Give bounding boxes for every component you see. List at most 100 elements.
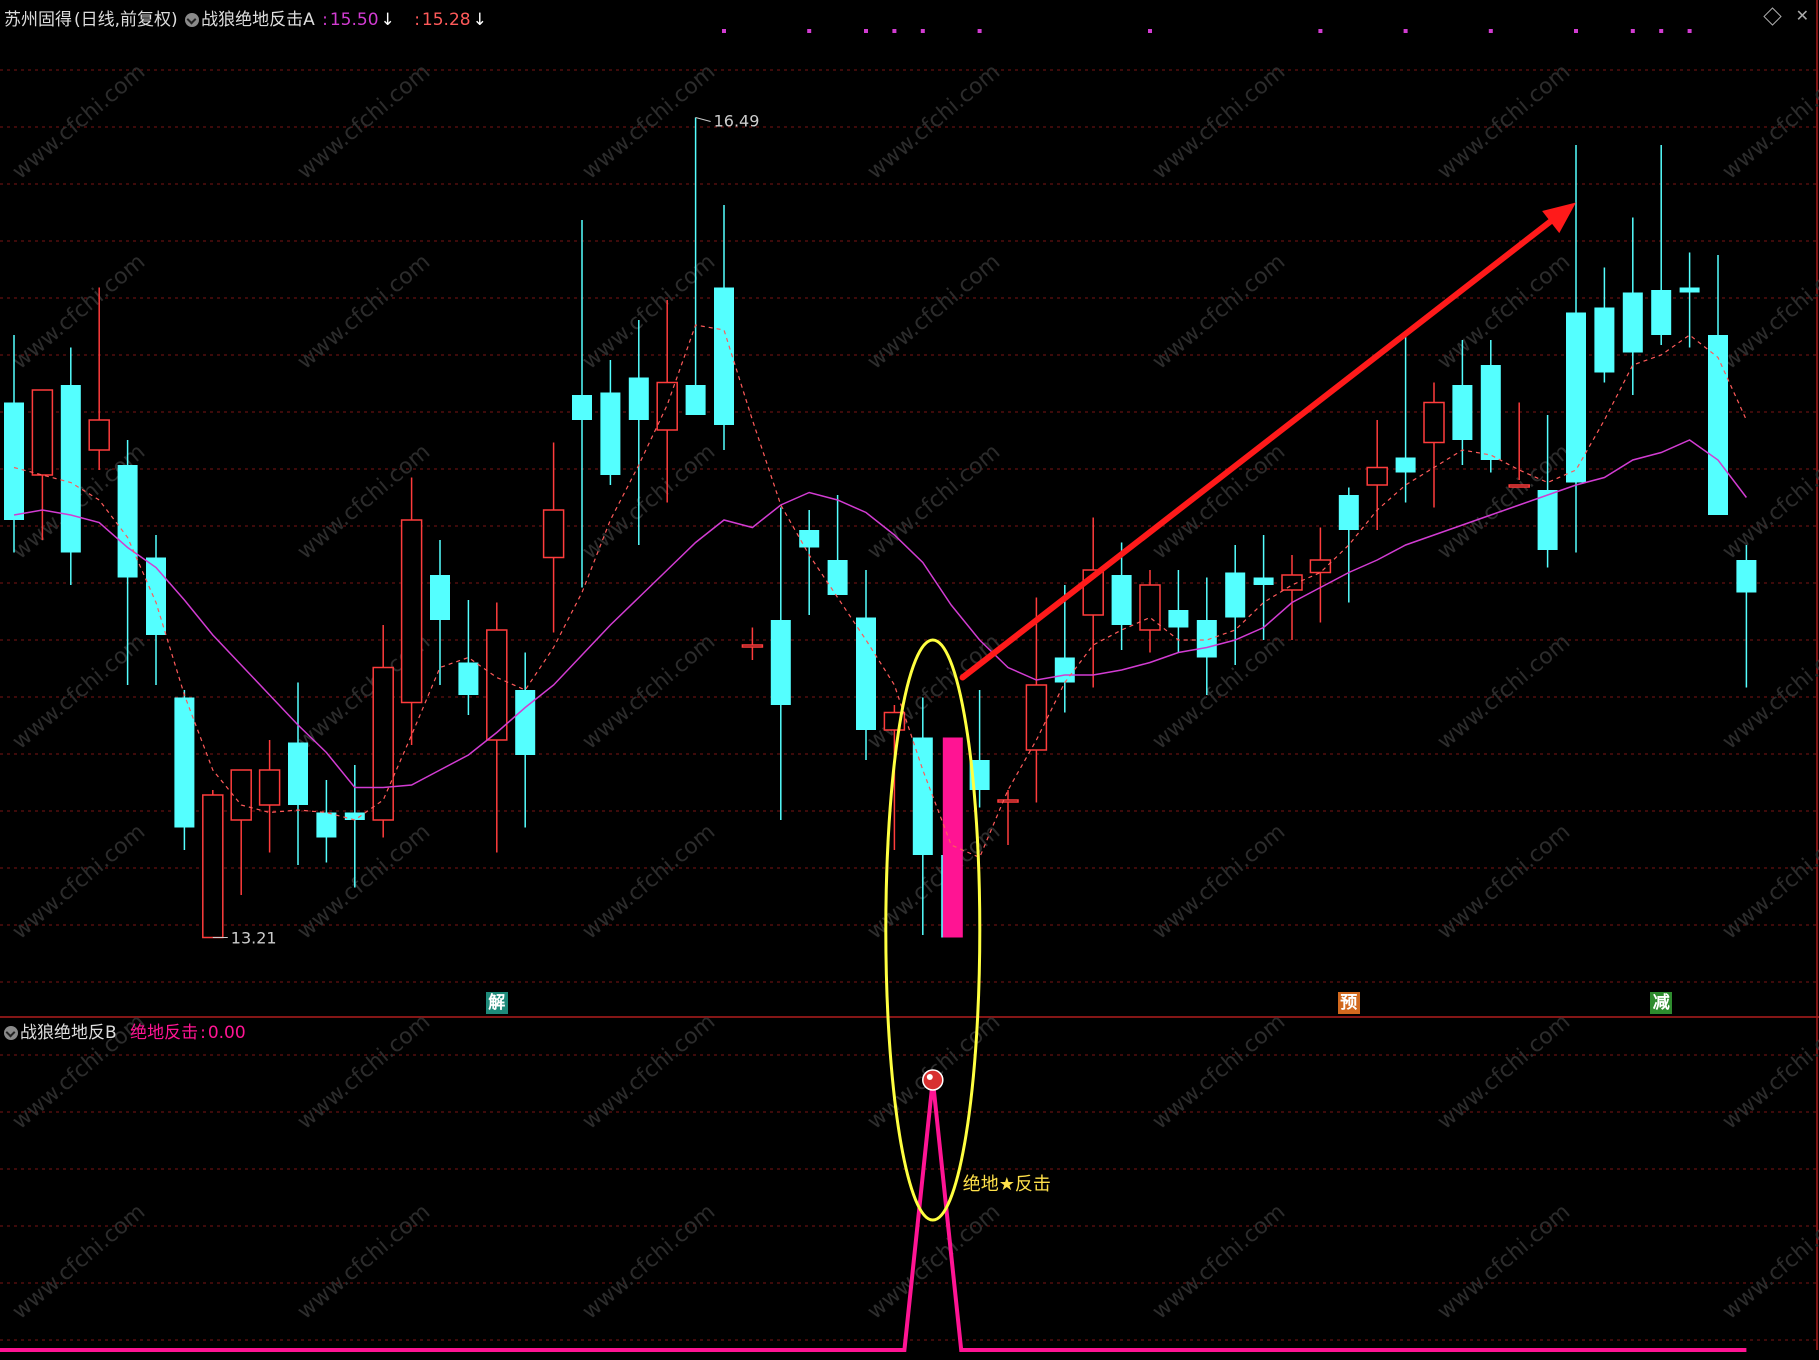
watermark-text: www.cfchi.com — [1148, 249, 1290, 374]
watermark-text: www.cfchi.com — [1148, 1009, 1290, 1134]
candle-down — [1452, 385, 1473, 440]
top-marker — [977, 29, 982, 33]
candle-down — [827, 560, 848, 595]
candle-up — [88, 419, 110, 451]
candle-up — [202, 794, 224, 939]
candle-down — [1196, 620, 1217, 658]
indicator-b-settings-icon[interactable] — [4, 1026, 18, 1040]
candle-up — [656, 381, 678, 431]
watermark-text: www.cfchi.com — [1148, 59, 1290, 184]
high-price-label: 16.49 — [714, 112, 760, 131]
watermark-text: www.cfchi.com — [863, 249, 1005, 374]
sep: : — [414, 10, 420, 30]
watermark-text: www.cfchi.com — [1718, 249, 1819, 374]
watermark-text: www.cfchi.com — [1433, 629, 1575, 754]
watermark-text: www.cfchi.com — [293, 1199, 435, 1324]
candle-up — [1025, 684, 1048, 751]
watermark-text: www.cfchi.com — [578, 249, 720, 374]
signal-label: 绝地★反击 — [963, 1174, 1051, 1195]
watermark-text: www.cfchi.com — [1718, 1199, 1819, 1324]
candle-down — [1679, 287, 1700, 293]
candle-up — [1423, 401, 1445, 444]
candle-down — [600, 392, 621, 475]
candle-down — [288, 742, 308, 805]
highlight-ellipse — [884, 638, 982, 1222]
watermark-text: www.cfchi.com — [8, 249, 150, 374]
candle-down — [714, 287, 734, 425]
watermark-text: www.cfchi.com — [293, 249, 435, 374]
watermark-text: www.cfchi.com — [1433, 819, 1575, 944]
top-marker — [1574, 29, 1578, 33]
candle-up — [230, 769, 252, 821]
candle-up — [258, 769, 281, 806]
watermark-text: www.cfchi.com — [1148, 1199, 1290, 1324]
candle-down — [117, 465, 138, 578]
period-label[interactable]: (日线,前复权) — [74, 10, 178, 30]
signal-ball-icon — [922, 1069, 944, 1091]
indicator-b-name[interactable]: 战狼绝地反B — [20, 1023, 117, 1043]
candle-down — [770, 620, 791, 705]
watermark-text: www.cfchi.com — [1718, 629, 1819, 754]
top-marker — [1687, 29, 1692, 33]
sub-header: 战狼绝地反B 绝地反击:0.00 — [4, 1018, 248, 1043]
top-marker — [1403, 29, 1408, 33]
candle-up — [1366, 466, 1388, 486]
top-marker — [1148, 29, 1152, 33]
trend-arrow-head — [1542, 202, 1576, 234]
top-marker — [1659, 29, 1664, 33]
watermark-text: www.cfchi.com — [8, 1199, 150, 1324]
watermark-text: www.cfchi.com — [1433, 249, 1575, 374]
candle-down — [1594, 307, 1615, 373]
signal-marker: 减 — [1650, 992, 1673, 1014]
watermark-text: www.cfchi.com — [8, 819, 150, 944]
watermark-text: www.cfchi.com — [578, 1199, 720, 1324]
candle-down — [572, 395, 592, 420]
candle-down — [1253, 577, 1274, 585]
candle-up — [1508, 484, 1530, 488]
top-marker — [807, 29, 812, 33]
sep: : — [322, 10, 328, 30]
watermark-text: www.cfchi.com — [1433, 1199, 1575, 1324]
candle-down — [685, 385, 706, 415]
watermark-text: www.cfchi.com — [1148, 439, 1290, 564]
candle-down — [628, 377, 649, 420]
watermark-text: www.cfchi.com — [863, 819, 1005, 944]
indicator-a-name[interactable]: 战狼绝地反击A — [201, 10, 315, 30]
top-marker — [1488, 29, 1493, 33]
watermark-text: www.cfchi.com — [1433, 59, 1575, 184]
top-marker — [1630, 29, 1635, 33]
close-icon[interactable]: ✕ — [1796, 6, 1809, 25]
candle-down — [515, 690, 536, 755]
candle-down — [60, 385, 81, 553]
watermark-text: www.cfchi.com — [863, 439, 1005, 564]
candle-down — [856, 617, 876, 730]
watermark-text: www.cfchi.com — [1148, 819, 1290, 944]
watermark-text: www.cfchi.com — [8, 59, 150, 184]
watermark-text: www.cfchi.com — [1718, 819, 1819, 944]
watermark-text: www.cfchi.com — [578, 1009, 720, 1134]
candle-down — [799, 530, 820, 548]
watermark-text: www.cfchi.com — [863, 59, 1005, 184]
candle-down — [174, 697, 195, 828]
high-pointer — [695, 117, 711, 122]
signal-ball-highlight — [926, 1074, 933, 1080]
main-header: 苏州固得 (日线,前复权) 战狼绝地反击A :15.50 ↓ :15.28 ↓ — [4, 5, 489, 30]
candle-down — [458, 662, 479, 695]
candle-down — [4, 402, 24, 520]
top-marker — [892, 29, 897, 33]
sep: : — [200, 1023, 206, 1043]
candle-up — [1309, 559, 1332, 574]
candle-up — [741, 644, 764, 648]
watermark-text: www.cfchi.com — [578, 59, 720, 184]
candle-down — [1708, 335, 1728, 515]
indicator-settings-icon[interactable] — [185, 13, 200, 27]
candle-up — [400, 519, 423, 704]
value-a1: 15.50 — [329, 10, 379, 30]
low-price-label: 13.21 — [231, 929, 277, 948]
stock-name[interactable]: 苏州固得 — [4, 10, 72, 30]
top-marker — [1318, 29, 1323, 33]
jedi-signal-bar — [942, 737, 963, 938]
signal-marker: 解 — [485, 992, 508, 1014]
candle-down — [1395, 457, 1416, 473]
candle-down — [430, 575, 450, 620]
